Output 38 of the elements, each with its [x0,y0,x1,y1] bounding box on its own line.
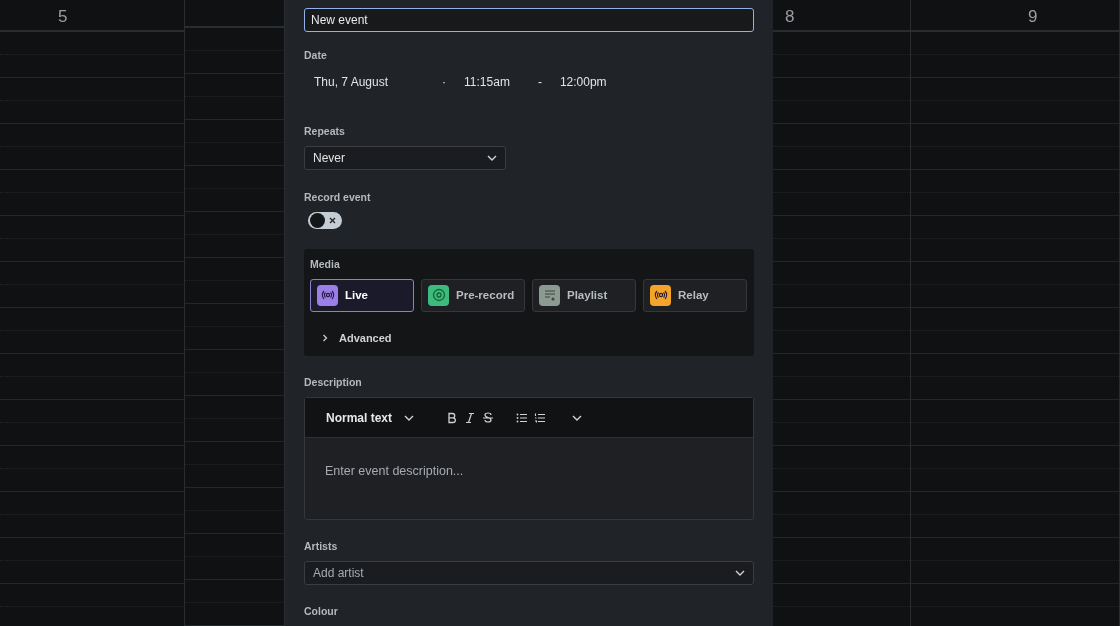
chevron-down-icon [404,414,415,421]
separator: - [537,73,542,91]
media-option[interactable]: Playlist [532,279,636,312]
advanced-toggle[interactable]: Advanced [321,330,392,347]
field-label: Colour [304,604,339,620]
field-label: Artists [304,539,339,555]
field-label: Record event [304,190,372,206]
start-time[interactable]: 11:15am [464,72,510,91]
chevron-down-icon [572,414,583,421]
close-icon [329,217,336,225]
end-time[interactable]: 12:00pm [559,72,607,91]
title-field[interactable]: New event [304,8,754,32]
field-label: Date [304,47,328,63]
chevron-down-icon [735,570,745,577]
placeholder-text: Enter event description... [325,464,464,479]
day-number: 8 [785,7,795,26]
chevron-down-icon [487,155,497,162]
numbered-list-button[interactable] [534,411,547,424]
media-option[interactable]: Live [310,279,414,312]
repeat-select[interactable]: Never [304,146,506,171]
field-label: Media [310,257,341,273]
separator: · [442,73,447,91]
media-option[interactable]: Pre-record [421,279,525,312]
media-option[interactable]: Relay [643,279,747,312]
day-number: 5 [58,7,68,26]
day-number: 9 [1028,7,1038,26]
bold-button[interactable] [446,411,459,424]
more-options-button[interactable] [572,414,583,421]
strikethrough-button[interactable] [482,411,495,424]
artist-select[interactable]: Add artist [304,561,754,586]
field-label: Repeats [304,124,346,140]
date-value[interactable]: Thu, 7 August [314,72,389,91]
bullet-list-button[interactable] [516,411,529,424]
chevron-right-icon [321,334,329,343]
record-toggle[interactable] [308,212,342,230]
text-style-dropdown[interactable]: Normal text [326,408,415,427]
italic-button[interactable] [464,411,477,424]
field-label: Description [304,375,363,391]
